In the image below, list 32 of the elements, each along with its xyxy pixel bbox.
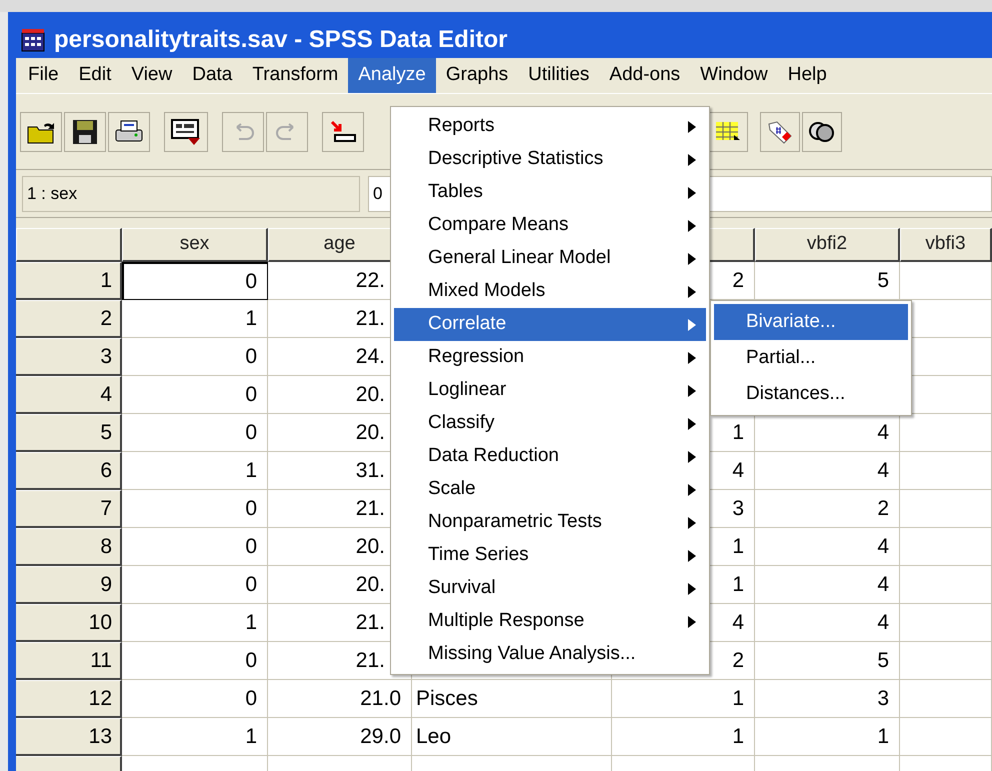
column-header: vbfi3 bbox=[900, 228, 992, 262]
table-cell: 0 bbox=[122, 680, 268, 718]
table-cell: 0 bbox=[122, 338, 268, 376]
table-cell: 1 bbox=[122, 718, 268, 756]
table-cell: 0 bbox=[122, 262, 268, 300]
table-cell: 21.0 bbox=[268, 680, 412, 718]
table-cell: 0 bbox=[122, 528, 268, 566]
table-cell: 0 bbox=[122, 490, 268, 528]
table-cell: 4 bbox=[755, 566, 900, 604]
table-cell: 0 bbox=[122, 376, 268, 414]
table-cell: 1 bbox=[122, 300, 268, 338]
cell-address-field: 1 : sex bbox=[22, 176, 360, 212]
table-cell: 0 bbox=[122, 414, 268, 452]
table-cell: 1 bbox=[755, 718, 900, 756]
table-cell: 2 bbox=[755, 490, 900, 528]
window-title: personalitytraits.sav - SPSS Data Editor bbox=[54, 25, 508, 55]
table-cell: 4 bbox=[755, 452, 900, 490]
table-cell: Pisces bbox=[412, 680, 612, 718]
table-cell: Leo bbox=[412, 718, 612, 756]
table-cell: 0 bbox=[122, 642, 268, 680]
table-cell: 5 bbox=[755, 642, 900, 680]
table-cell: 4 bbox=[755, 528, 900, 566]
table-cell: 1 bbox=[612, 718, 755, 756]
table-cell: 0 bbox=[122, 566, 268, 604]
table-cell: 3 bbox=[755, 680, 900, 718]
table-cell: 4 bbox=[755, 604, 900, 642]
table-cell: 29.0 bbox=[268, 718, 412, 756]
column-header: vbfi2 bbox=[755, 228, 900, 262]
table-cell: 1 bbox=[122, 604, 268, 642]
column-header: sex bbox=[122, 228, 268, 262]
table-cell: 1 bbox=[122, 452, 268, 490]
table-cell: 1 bbox=[612, 680, 755, 718]
